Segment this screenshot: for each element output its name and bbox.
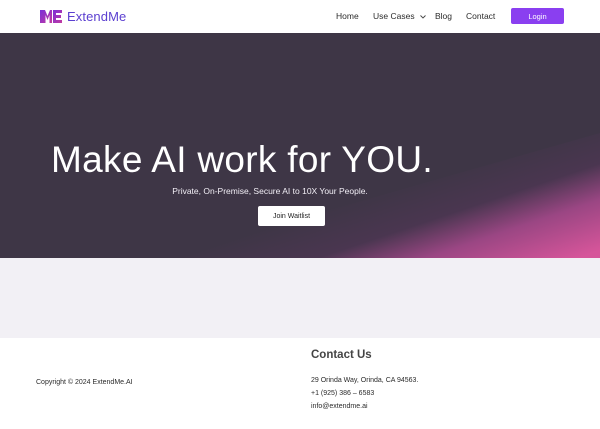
hero-section: Make AI work for YOU. Private, On-Premis…	[0, 33, 600, 258]
nav-home[interactable]: Home	[336, 11, 359, 21]
hero-subtitle: Private, On-Premise, Secure AI to 10X Yo…	[172, 186, 368, 196]
contact-email[interactable]: info@extendme.ai	[311, 403, 368, 410]
nav-contact[interactable]: Contact	[466, 11, 495, 21]
nav-use-cases[interactable]: Use Cases	[373, 11, 426, 21]
nav-use-cases-label: Use Cases	[373, 11, 415, 21]
logo-text: ExtendMe	[67, 9, 127, 24]
extendme-logo-icon	[40, 10, 62, 23]
content-band	[0, 258, 600, 338]
nav-blog[interactable]: Blog	[435, 11, 452, 21]
join-waitlist-button[interactable]: Join Waitlist	[258, 206, 325, 226]
contact-address: 29 Orinda Way, Orinda, CA 94563.	[311, 377, 419, 384]
contact-phone[interactable]: +1 (925) 386 – 6583	[311, 390, 374, 397]
login-button[interactable]: Login	[511, 8, 564, 24]
hero-title: Make AI work for YOU.	[51, 139, 433, 180]
contact-heading: Contact Us	[311, 349, 372, 361]
site-footer: Copyright © 2024 ExtendMe.AI Contact Us …	[0, 338, 600, 429]
copyright-text: Copyright © 2024 ExtendMe.AI	[36, 379, 133, 386]
site-header: ExtendMe Home Use Cases Blog Contact Log…	[0, 0, 600, 33]
chevron-down-icon	[419, 14, 426, 19]
logo-link[interactable]: ExtendMe	[39, 9, 126, 24]
